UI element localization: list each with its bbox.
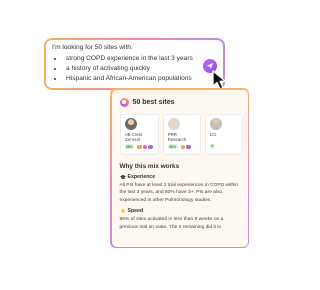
speed-heading: Speed — [120, 208, 240, 215]
population-dots — [136, 143, 154, 150]
send-arrow-icon — [206, 62, 214, 70]
site-card-list: HB Crest General Hospital 98% PRR Resear… — [119, 113, 248, 155]
results-panel: 50 best sites HB Crest General Hospital … — [110, 88, 249, 248]
site-avatar — [124, 117, 137, 130]
why-heading: Why this mix works — [119, 162, 180, 170]
site-card[interactable]: HB Crest General Hospital 98% — [119, 113, 159, 155]
site-name: PRR Research Center — [167, 131, 187, 142]
results-panel-body: 50 best sites HB Crest General Hospital … — [111, 89, 248, 247]
site-avatar — [209, 117, 222, 130]
experience-text: All PIs have at least 2 trial experience… — [119, 182, 239, 203]
results-title: 50 best sites — [132, 98, 175, 106]
site-avatar — [167, 117, 180, 130]
speed-title: Speed — [127, 208, 144, 215]
criteria-item: a history of activating quickly — [64, 64, 217, 74]
experience-heading: Experience — [119, 173, 240, 180]
site-card[interactable]: LCI 9 — [204, 113, 243, 155]
ai-logo-icon — [119, 97, 129, 107]
site-card[interactable]: PRR Research Center 96% — [162, 113, 201, 155]
criteria-list: strong COPD experience in the last 3 yea… — [52, 54, 217, 84]
experience-title: Experience — [127, 173, 156, 180]
population-dots — [179, 143, 192, 150]
fade-overlay — [111, 232, 248, 247]
site-meta: 98% — [124, 143, 154, 150]
prompt-card[interactable]: I'm looking for 50 sites with: strong CO… — [44, 38, 225, 90]
results-header: 50 best sites — [119, 97, 240, 107]
match-badge: 96% — [167, 144, 178, 150]
site-meta: 9 — [209, 143, 238, 149]
site-name: LCI — [209, 131, 217, 137]
speed-text: 96% of sites activated in less than 8 we… — [119, 217, 224, 230]
match-badge: 98% — [124, 144, 135, 150]
criteria-item: Hispanic and African-American population… — [64, 74, 217, 84]
match-badge: 9 — [209, 143, 215, 149]
criteria-item: strong COPD experience in the last 3 yea… — [64, 54, 217, 64]
site-meta: 96% — [167, 143, 196, 150]
mouse-cursor-icon — [212, 70, 227, 90]
lightning-icon — [120, 208, 125, 215]
graduation-cap-icon — [119, 174, 126, 179]
prompt-intro: I'm looking for 50 sites with: — [52, 44, 133, 51]
site-name: HB Crest General Hospital — [124, 131, 142, 142]
prompt-card-body[interactable]: I'm looking for 50 sites with: strong CO… — [46, 40, 223, 88]
